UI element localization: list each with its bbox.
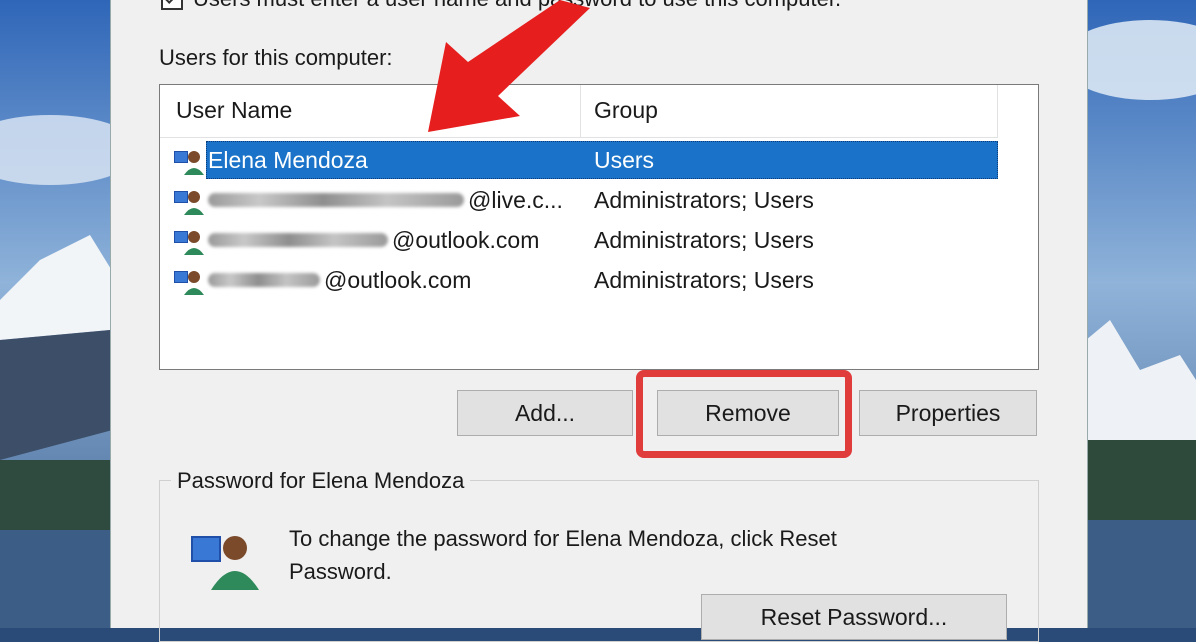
user-group: Administrators; Users — [594, 267, 814, 293]
users-listview[interactable]: User Name Group Elena Mendoza Users @liv… — [159, 84, 1039, 370]
require-password-checkbox[interactable] — [161, 0, 183, 10]
user-group: Administrators; Users — [594, 227, 814, 253]
properties-button[interactable]: Properties — [859, 390, 1037, 436]
user-icon — [174, 191, 204, 215]
user-row[interactable]: @outlook.com Administrators; Users — [160, 261, 1038, 299]
user-accounts-dialog: Users must enter a user name and passwor… — [110, 0, 1088, 642]
require-password-checkbox-row[interactable]: Users must enter a user name and passwor… — [161, 0, 841, 12]
redacted-email — [208, 192, 464, 207]
list-header: User Name Group — [160, 85, 998, 138]
user-row[interactable]: @live.c... Administrators; Users — [160, 181, 1038, 219]
column-header-group[interactable]: Group — [594, 97, 658, 124]
user-icon — [174, 151, 204, 175]
redacted-email — [208, 272, 320, 287]
user-name: Elena Mendoza — [208, 147, 368, 173]
user-password-icon — [191, 536, 259, 590]
user-icon — [174, 271, 204, 295]
user-group: Administrators; Users — [594, 187, 814, 213]
user-icon — [174, 231, 204, 255]
reset-password-button[interactable]: Reset Password... — [701, 594, 1007, 640]
user-name: @live.c... — [208, 187, 563, 214]
require-password-label: Users must enter a user name and passwor… — [193, 0, 841, 12]
add-user-button[interactable]: Add... — [457, 390, 633, 436]
password-instructions: To change the password for Elena Mendoza… — [289, 526, 837, 584]
user-name: @outlook.com — [208, 227, 539, 254]
user-group: Users — [594, 147, 655, 173]
user-row[interactable]: @outlook.com Administrators; Users — [160, 221, 1038, 259]
users-for-computer-label: Users for this computer: — [159, 45, 393, 70]
remove-button-highlight — [636, 370, 852, 458]
user-row-selected[interactable]: Elena Mendoza Users — [160, 141, 1038, 179]
column-header-user-name[interactable]: User Name — [176, 97, 292, 124]
redacted-email — [208, 232, 388, 247]
password-group-title: Password for Elena Mendoza — [171, 468, 471, 494]
user-name: @outlook.com — [208, 267, 471, 294]
